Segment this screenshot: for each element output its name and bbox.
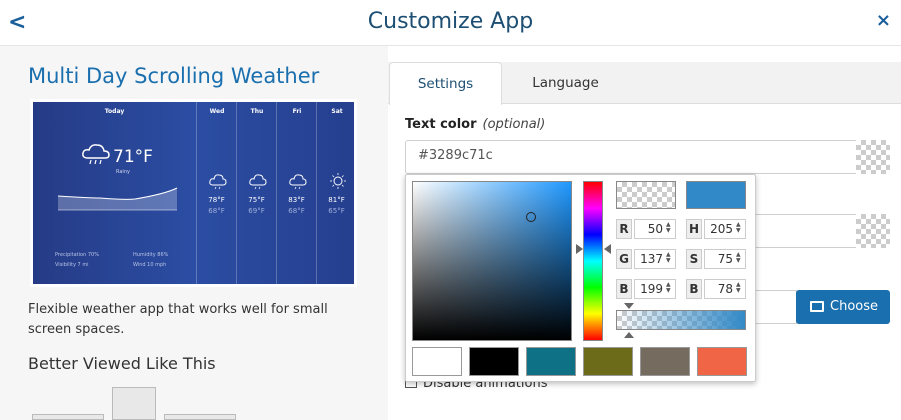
wind-stat: Wind 10 mph <box>133 262 167 268</box>
day-name: Wed <box>209 108 225 115</box>
close-icon[interactable]: × <box>876 10 891 31</box>
new-color-preview <box>686 181 746 209</box>
app-description: Flexible weather app that works well for… <box>28 302 328 337</box>
choose-label: Choose <box>830 299 878 314</box>
preset-swatch-olive[interactable] <box>583 347 633 376</box>
second-color-swatch[interactable] <box>856 214 890 248</box>
blue-label: B <box>616 279 632 299</box>
alpha-arrow-up-icon <box>624 332 634 338</box>
day-name: Fri <box>292 108 302 115</box>
app-preview: Today 71°F Rainy Precipitation 70% Humid… <box>30 99 357 287</box>
text-color-label: Text color (optional) <box>405 117 545 132</box>
image-input[interactable] <box>755 290 797 324</box>
day-high: 83°F <box>288 196 305 204</box>
better-viewed-heading: Better Viewed Like This <box>28 354 216 373</box>
day-low: 68°F <box>288 207 305 215</box>
forecast-day: Wed 78°F 68°F <box>196 102 236 284</box>
sun-icon <box>330 173 346 189</box>
day-high: 78°F <box>208 196 225 204</box>
previous-color-preview <box>616 181 676 209</box>
hue-arrow-right-icon <box>576 244 583 254</box>
hue-arrow-left-icon <box>604 244 611 254</box>
day-name: Thu <box>250 108 264 115</box>
orientation-landscape-alt[interactable] <box>164 414 236 420</box>
stepper-icon[interactable]: ▲ ▼ <box>736 252 741 264</box>
stepper-icon[interactable]: ▲ ▼ <box>666 252 671 264</box>
today-column: Today 71°F Rainy Precipitation 70% Humid… <box>33 102 196 284</box>
image-icon <box>810 301 824 312</box>
saturation-handle[interactable] <box>526 212 536 222</box>
humidity-stat: Humidity 86% <box>133 252 169 258</box>
saturation-brightness-area[interactable] <box>412 181 572 341</box>
preset-swatch-taupe[interactable] <box>640 347 690 376</box>
tab-bar: Settings Language <box>388 62 901 105</box>
day-high: 75°F <box>248 196 265 204</box>
cloud-icon <box>209 174 227 190</box>
app-title: Multi Day Scrolling Weather <box>28 64 320 88</box>
color-picker: R 50 ▲ ▼ H 205 ▲ ▼ G 137 ▲ ▼ S 75 ▲ ▼ B 199 … <box>405 174 756 382</box>
day-low: 68°F <box>208 207 225 215</box>
day-high: 81°F <box>328 196 345 204</box>
orientation-landscape[interactable] <box>32 414 104 420</box>
choose-button[interactable]: Choose <box>796 290 890 324</box>
today-label: Today <box>104 108 125 115</box>
preset-swatch-white[interactable] <box>412 347 462 376</box>
day-name: Sat <box>331 108 343 115</box>
cloud-icon <box>289 174 307 190</box>
preset-swatch-teal[interactable] <box>526 347 576 376</box>
stepper-icon[interactable]: ▲ ▼ <box>666 282 671 294</box>
preset-swatch-coral[interactable] <box>697 347 747 376</box>
visibility-stat: Visibility 7 mi <box>55 262 89 268</box>
hue-slider[interactable] <box>583 181 603 341</box>
alpha-arrow-down-icon <box>624 303 634 309</box>
stepper-icon[interactable]: ▲ ▼ <box>736 282 741 294</box>
precipitation-stat: Precipitation 70% <box>55 252 99 258</box>
preset-swatch-black[interactable] <box>469 347 519 376</box>
text-color-title: Text color <box>405 117 477 132</box>
hourly-temp-graph <box>57 187 178 211</box>
hue-label: H <box>686 219 702 239</box>
today-temp: 71°F <box>113 147 153 167</box>
cloud-icon <box>249 174 267 190</box>
orientation-portrait[interactable] <box>112 387 156 420</box>
rain-cloud-icon <box>82 144 110 165</box>
top-bar: < Customize App × <box>0 0 901 46</box>
forecast-day: Fri 83°F 68°F <box>276 102 316 284</box>
green-label: G <box>616 249 632 269</box>
today-condition: Rainy <box>116 169 130 175</box>
text-color-input[interactable]: #3289c71c <box>405 140 890 174</box>
saturation-label: S <box>686 249 702 269</box>
day-low: 69°F <box>248 207 265 215</box>
tab-settings[interactable]: Settings <box>389 62 502 105</box>
stepper-icon[interactable]: ▲ ▼ <box>736 222 741 234</box>
brightness-label: B <box>686 279 702 299</box>
forecast-day: Sat 81°F 65°F <box>316 102 354 284</box>
stepper-icon[interactable]: ▲ ▼ <box>666 222 671 234</box>
tab-language[interactable]: Language <box>508 62 623 104</box>
forecast-day: Thu 75°F 69°F <box>236 102 276 284</box>
red-label: R <box>616 219 632 239</box>
alpha-slider[interactable] <box>616 310 746 330</box>
page-title: Customize App <box>367 9 534 34</box>
optional-hint: (optional) <box>482 117 546 132</box>
text-color-swatch[interactable] <box>856 140 890 174</box>
day-low: 65°F <box>328 207 345 215</box>
